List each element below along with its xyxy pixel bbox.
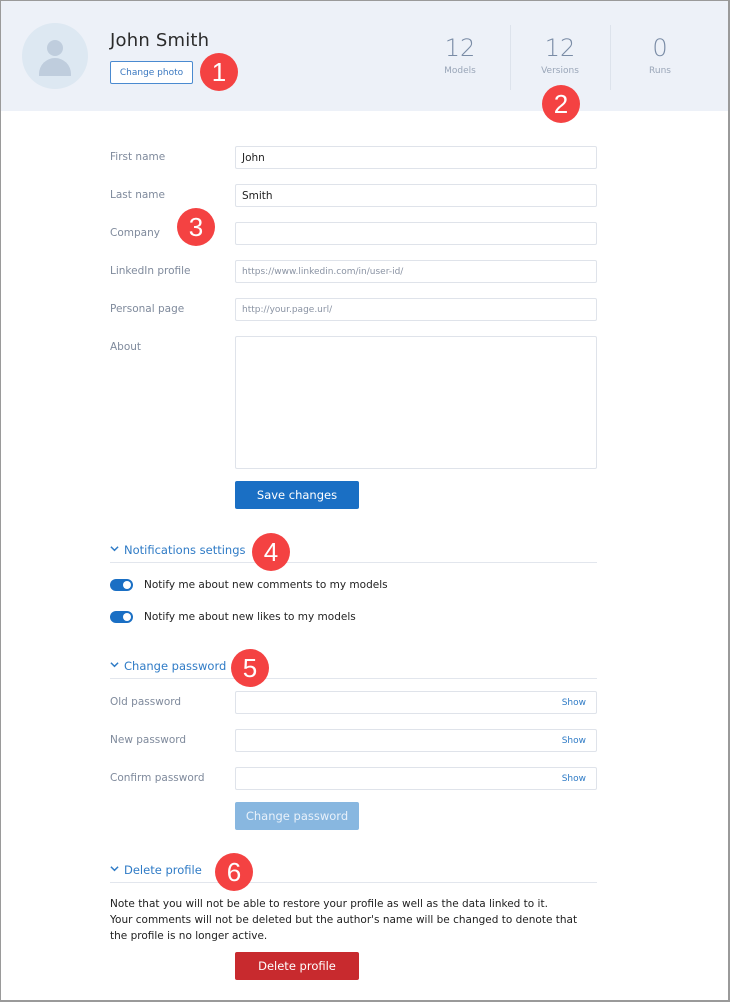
annotation-badge-4: 4 [252, 533, 290, 571]
confirm-password-label: Confirm password [110, 772, 205, 784]
stat-value: 0 [652, 34, 668, 62]
stat-runs: 0 Runs [610, 25, 710, 90]
toggle-knob [123, 581, 131, 589]
delete-section-title: Delete profile [124, 863, 202, 877]
delete-profile-note: Note that you will not be able to restor… [110, 896, 590, 944]
show-old-password-button[interactable]: Show [562, 698, 586, 708]
notify-likes-toggle[interactable] [110, 611, 133, 623]
first-name-input[interactable]: John [235, 146, 597, 169]
stat-value: 12 [544, 34, 576, 62]
user-silhouette-icon [47, 40, 63, 56]
last-name-input[interactable]: Smith [235, 184, 597, 207]
annotation-badge-6: 6 [215, 853, 253, 891]
personal-page-input[interactable]: http://your.page.url/ [235, 298, 597, 321]
user-silhouette-body [39, 58, 71, 76]
notify-likes-label: Notify me about new likes to my models [144, 611, 356, 623]
notify-likes-row: Notify me about new likes to my models [110, 611, 356, 623]
chevron-down-icon [110, 866, 119, 872]
notifications-section-toggle[interactable]: Notifications settings [110, 543, 597, 563]
linkedin-label: LinkedIn profile [110, 265, 191, 277]
old-password-label: Old password [110, 696, 182, 708]
annotation-badge-5: 5 [231, 649, 269, 687]
linkedin-input[interactable]: https://www.linkedin.com/in/user-id/ [235, 260, 597, 283]
old-password-input[interactable]: Show [235, 691, 597, 714]
stat-label: Runs [649, 66, 671, 76]
notify-comments-row: Notify me about new comments to my model… [110, 579, 388, 591]
user-name: John Smith [110, 30, 210, 51]
stat-label: Models [444, 66, 476, 76]
delete-section-toggle[interactable]: Delete profile [110, 863, 597, 883]
change-password-button[interactable]: Change password [235, 802, 359, 830]
stat-label: Versions [541, 66, 579, 76]
personal-page-label: Personal page [110, 303, 185, 315]
annotation-badge-2: 2 [542, 85, 580, 123]
annotation-badge-1: 1 [200, 53, 238, 91]
stat-models: 12 Models [410, 25, 510, 88]
company-label: Company [110, 227, 160, 239]
last-name-label: Last name [110, 189, 165, 201]
confirm-password-input[interactable]: Show [235, 767, 597, 790]
toggle-knob [123, 613, 131, 621]
show-new-password-button[interactable]: Show [562, 736, 586, 746]
delete-note-line-2: Your comments will not be deleted but th… [110, 914, 578, 942]
password-section-title: Change password [124, 659, 227, 673]
notifications-section-title: Notifications settings [124, 543, 246, 557]
profile-page: John Smith Change photo 12 Models 12 Ver… [0, 0, 730, 1002]
profile-header: John Smith Change photo 12 Models 12 Ver… [1, 1, 728, 111]
notify-comments-label: Notify me about new comments to my model… [144, 579, 388, 591]
company-input[interactable] [235, 222, 597, 245]
delete-profile-button[interactable]: Delete profile [235, 952, 359, 980]
chevron-down-icon [110, 662, 119, 668]
delete-note-line-1: Note that you will not be able to restor… [110, 898, 548, 910]
about-textarea[interactable] [235, 336, 597, 469]
notify-comments-toggle[interactable] [110, 579, 133, 591]
about-label: About [110, 341, 142, 353]
save-changes-button[interactable]: Save changes [235, 481, 359, 509]
annotation-badge-3: 3 [177, 208, 215, 246]
chevron-down-icon [110, 546, 119, 552]
stat-versions: 12 Versions [510, 25, 610, 90]
new-password-label: New password [110, 734, 187, 746]
password-section-toggle[interactable]: Change password [110, 659, 597, 679]
change-photo-button[interactable]: Change photo [110, 61, 193, 84]
new-password-input[interactable]: Show [235, 729, 597, 752]
avatar [22, 23, 88, 89]
first-name-label: First name [110, 151, 166, 163]
stat-value: 12 [444, 34, 476, 62]
stats-bar: 12 Models 12 Versions 0 Runs [410, 25, 710, 90]
show-confirm-password-button[interactable]: Show [562, 774, 586, 784]
